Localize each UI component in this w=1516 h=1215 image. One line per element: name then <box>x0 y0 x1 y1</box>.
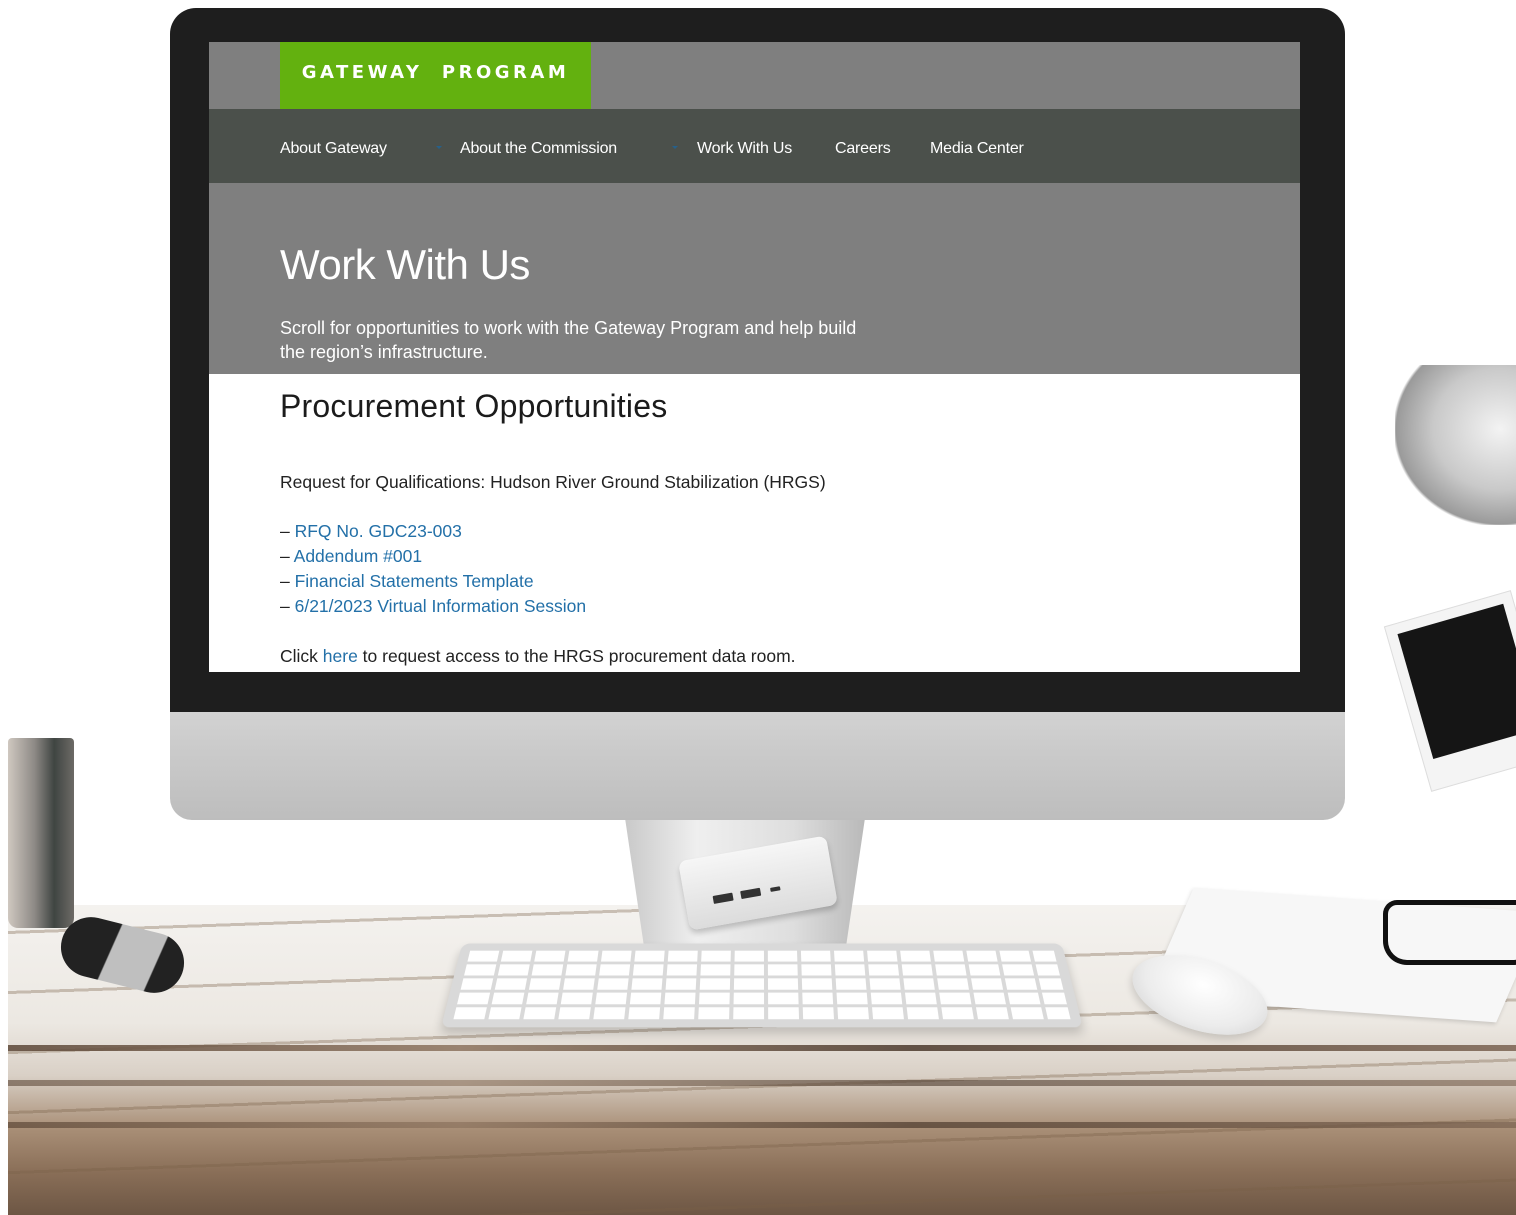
site-header: GATEWAY PROGRAM <box>209 42 1300 109</box>
list-dash: – <box>280 546 294 566</box>
data-room-text: Click here to request access to the HRGS… <box>280 644 796 668</box>
info-session-link[interactable]: 6/21/2023 Virtual Information Session <box>295 596 587 616</box>
list-dash: – <box>280 521 295 541</box>
photo-image <box>1397 603 1516 760</box>
monitor-chin <box>170 712 1345 820</box>
list-item: – 6/21/2023 Virtual Information Session <box>280 594 586 619</box>
rfq-description: Request for Qualifications: Hudson River… <box>280 472 826 492</box>
addendum-link[interactable]: Addendum #001 <box>294 546 422 566</box>
nav-item-about-gateway[interactable]: About Gateway <box>280 109 387 183</box>
ceramic-cup <box>8 738 74 928</box>
usb-port <box>712 892 734 904</box>
page-title: Work With Us <box>280 241 530 288</box>
list-dash: – <box>280 571 295 591</box>
nav-item-media-center[interactable]: Media Center <box>930 109 1024 183</box>
nav-item-careers[interactable]: Careers <box>835 109 891 183</box>
access-suffix: to request access to the HRGS procuremen… <box>357 646 796 666</box>
procurement-section: Procurement Opportunities Request for Qu… <box>209 374 1300 672</box>
usb-c-port <box>770 886 781 892</box>
nav-item-work-with-us[interactable]: Work With Us <box>697 109 792 183</box>
list-item: – Addendum #001 <box>280 544 586 569</box>
data-room-access-link[interactable]: here <box>323 646 358 666</box>
desk-plank-line <box>8 1080 1516 1086</box>
chevron-down-icon <box>672 146 678 149</box>
keyboard-keys <box>453 950 1071 1020</box>
monitor-screen: GATEWAY PROGRAM About Gateway About the … <box>209 42 1300 672</box>
financial-template-link[interactable]: Financial Statements Template <box>295 571 534 591</box>
document-list: – RFQ No. GDC23-003 – Addendum #001 – Fi… <box>280 519 586 619</box>
nav-item-about-commission[interactable]: About the Commission <box>460 109 617 183</box>
list-item: – RFQ No. GDC23-003 <box>280 519 586 544</box>
list-item: – Financial Statements Template <box>280 569 586 594</box>
site-logo[interactable]: GATEWAY PROGRAM <box>280 42 591 109</box>
main-nav: About Gateway About the Commission Work … <box>209 109 1300 183</box>
access-prefix: Click <box>280 646 323 666</box>
chevron-down-icon <box>436 146 442 149</box>
desk-plank-line <box>8 1045 1516 1051</box>
usb-port <box>740 887 762 900</box>
desk-lamp <box>1395 365 1516 525</box>
eyeglasses <box>1383 900 1516 965</box>
hero-banner: Work With Us Scroll for opportunities to… <box>209 183 1300 374</box>
page-subtitle: Scroll for opportunities to work with th… <box>280 318 857 362</box>
list-dash: – <box>280 596 295 616</box>
section-heading: Procurement Opportunities <box>280 388 668 424</box>
keyboard <box>441 943 1083 1028</box>
desk-plank-line <box>8 1122 1516 1128</box>
rfq-document-link[interactable]: RFQ No. GDC23-003 <box>295 521 462 541</box>
